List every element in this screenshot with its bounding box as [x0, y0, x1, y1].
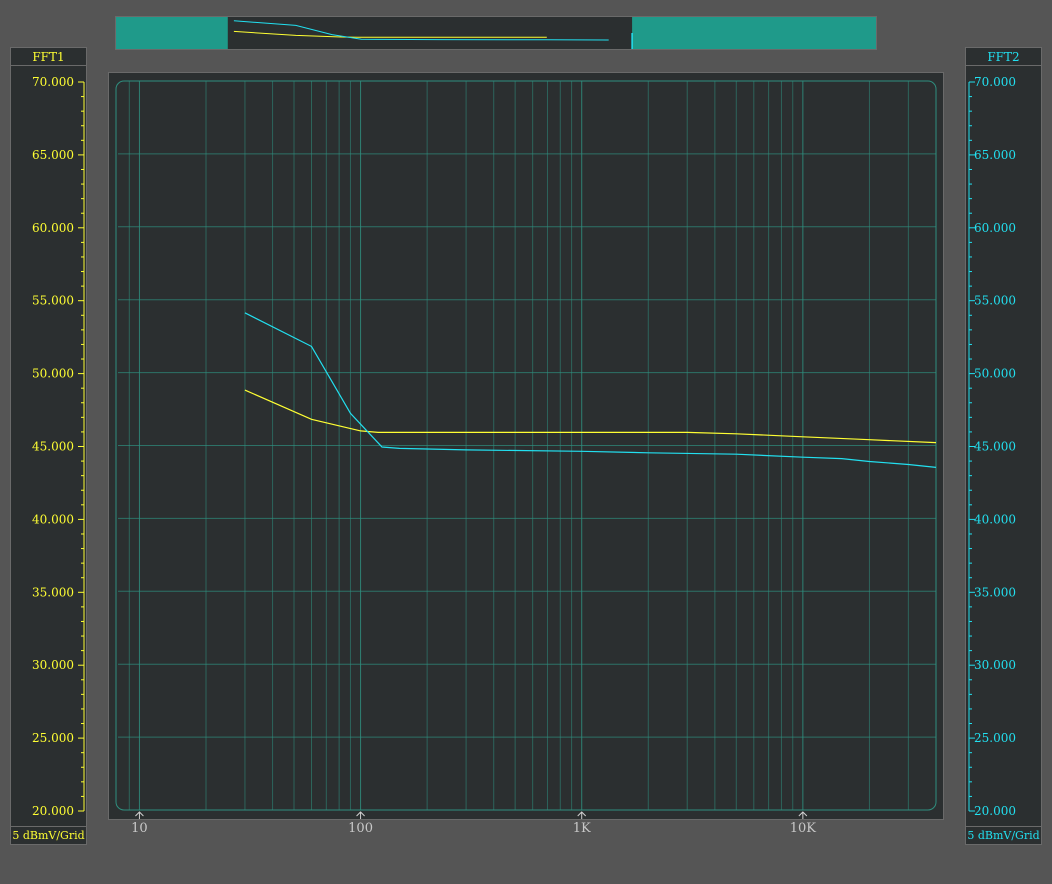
y-tick-label: 35.000: [974, 585, 1016, 599]
y-tick-label: 65.000: [32, 148, 74, 162]
y-tick-label: 35.000: [32, 585, 74, 599]
y-tick-label: 30.000: [974, 658, 1016, 672]
x-tick-label: 10: [131, 821, 148, 836]
y-tick-label: 70.000: [974, 75, 1016, 89]
y-tick-label: 50.000: [974, 367, 1016, 381]
left-axis-panel: FFT1 20.000 25.000 30.000 35.000 40.000 45.00…: [10, 47, 87, 845]
overview-shade-left: [116, 17, 228, 49]
right-axis-unit: 5 dBmV/Grid: [966, 826, 1041, 844]
y-tick-label: 55.000: [974, 294, 1016, 308]
y-tick-label: 20.000: [32, 804, 74, 818]
y-tick-label: 25.000: [32, 731, 74, 745]
y-tick-label: 60.000: [974, 221, 1016, 235]
x-tick-label: 1K: [573, 821, 591, 836]
overview-shade-right: [632, 17, 876, 49]
left-axis-title: FFT1: [11, 48, 86, 66]
overview-line-fft1: [233, 30, 547, 38]
y-tick-label: 40.000: [32, 512, 74, 526]
plot-frame: [108, 72, 944, 820]
y-tick-label: 60.000: [32, 221, 74, 235]
right-axis-title: FFT2: [966, 48, 1041, 66]
y-tick-label: 30.000: [32, 658, 74, 672]
x-tick-label: 10K: [790, 821, 817, 836]
left-axis-scale: 20.000 25.000 30.000 35.000 40.000 45.000 50.0…: [32, 75, 85, 818]
y-tick-label: 45.000: [32, 440, 74, 454]
y-tick-label: 65.000: [974, 148, 1016, 162]
right-axis-panel: FFT2 20.000 25.000 30.000 35.000 40.000 45.00…: [965, 47, 1042, 845]
y-tick-label: 70.000: [32, 75, 74, 89]
overview-plot: [116, 17, 876, 49]
x-tick-label: 100: [348, 821, 373, 836]
y-tick-label: 45.000: [974, 440, 1016, 454]
left-axis-unit: 5 dBmV/Grid: [11, 826, 86, 844]
y-tick-label: 25.000: [974, 731, 1016, 745]
y-tick-label: 55.000: [32, 294, 74, 308]
right-axis-scale: 20.000 25.000 30.000 35.000 40.000 45.000 50.0…: [968, 75, 1016, 818]
overview-strip[interactable]: [115, 16, 877, 50]
y-tick-label: 20.000: [974, 804, 1016, 818]
y-tick-label: 40.000: [974, 512, 1016, 526]
y-tick-label: 50.000: [32, 367, 74, 381]
